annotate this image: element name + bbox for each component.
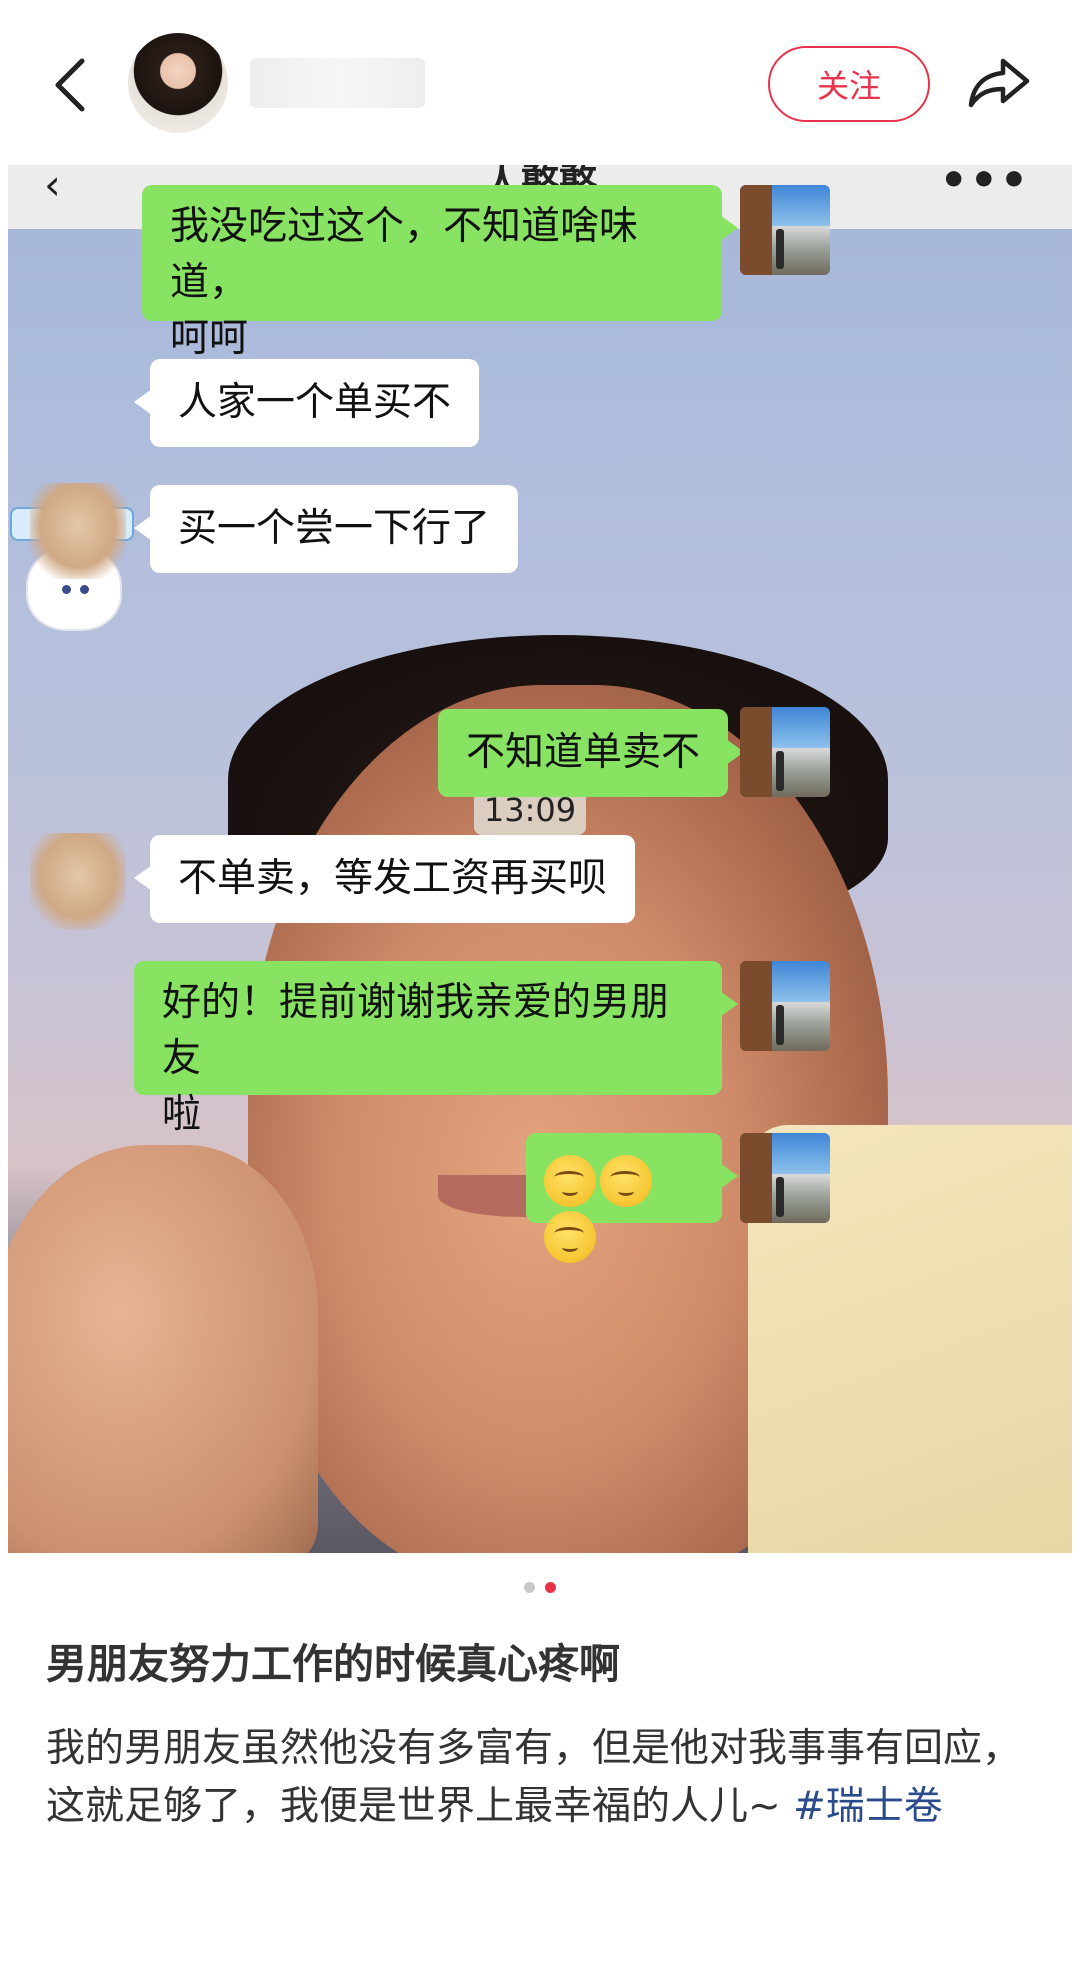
message-bubble-received: 不单卖，等发工资再买呗 xyxy=(133,835,636,923)
share-button[interactable] xyxy=(962,48,1036,118)
receiver-avatar xyxy=(30,833,126,929)
photo-hand xyxy=(8,1145,318,1553)
message-bubble-sent: 好的！提前谢谢我亲爱的男朋友 啦 xyxy=(134,961,738,1137)
message-bubble-sent: 我没吃过这个，不知道啥味道， 呵呵 xyxy=(142,185,738,361)
sender-avatar xyxy=(740,707,830,797)
top-bar: 关注 xyxy=(0,0,1080,165)
smirk-emoji-icon xyxy=(600,1154,652,1207)
sticker-avatar: 你最棒 xyxy=(8,335,140,631)
chevron-left-icon xyxy=(55,58,85,112)
sender-avatar xyxy=(740,1133,830,1223)
author-name-blurred[interactable] xyxy=(250,58,425,108)
post-image[interactable]: ‹ 人憨憨 ••• 我没吃过这个，不知道啥味道， 呵呵 你最棒 人家一个单买不 … xyxy=(8,165,1072,1553)
receiver-avatar xyxy=(30,483,126,579)
message-bubble-received: 人家一个单买不 xyxy=(133,359,480,447)
share-arrow-icon xyxy=(968,58,1030,108)
more-dots-icon: ••• xyxy=(939,165,1030,206)
follow-button[interactable]: 关注 xyxy=(768,46,930,122)
smirk-emoji-icon xyxy=(544,1210,596,1263)
smirk-emoji-icon xyxy=(544,1154,596,1207)
pager-dot-active[interactable] xyxy=(545,1582,556,1593)
message-bubble-sent: 不知道单卖不 xyxy=(438,709,745,797)
sender-avatar xyxy=(740,961,830,1051)
image-pager xyxy=(0,1582,1080,1593)
sender-avatar xyxy=(740,185,830,275)
back-button[interactable] xyxy=(40,45,100,125)
post-title: 男朋友努力工作的时候真心疼啊 xyxy=(46,1640,620,1688)
post-body: 我的男朋友虽然他没有多富有，但是他对我事事有回应，这就足够了，我便是世界上最幸福… xyxy=(46,1720,1046,1836)
message-bubble-sent xyxy=(526,1133,738,1263)
pager-dot[interactable] xyxy=(524,1582,535,1593)
hashtag-link[interactable]: #瑞士卷 xyxy=(793,1784,943,1829)
author-avatar[interactable] xyxy=(128,33,228,133)
message-bubble-received: 买一个尝一下行了 xyxy=(133,485,519,573)
